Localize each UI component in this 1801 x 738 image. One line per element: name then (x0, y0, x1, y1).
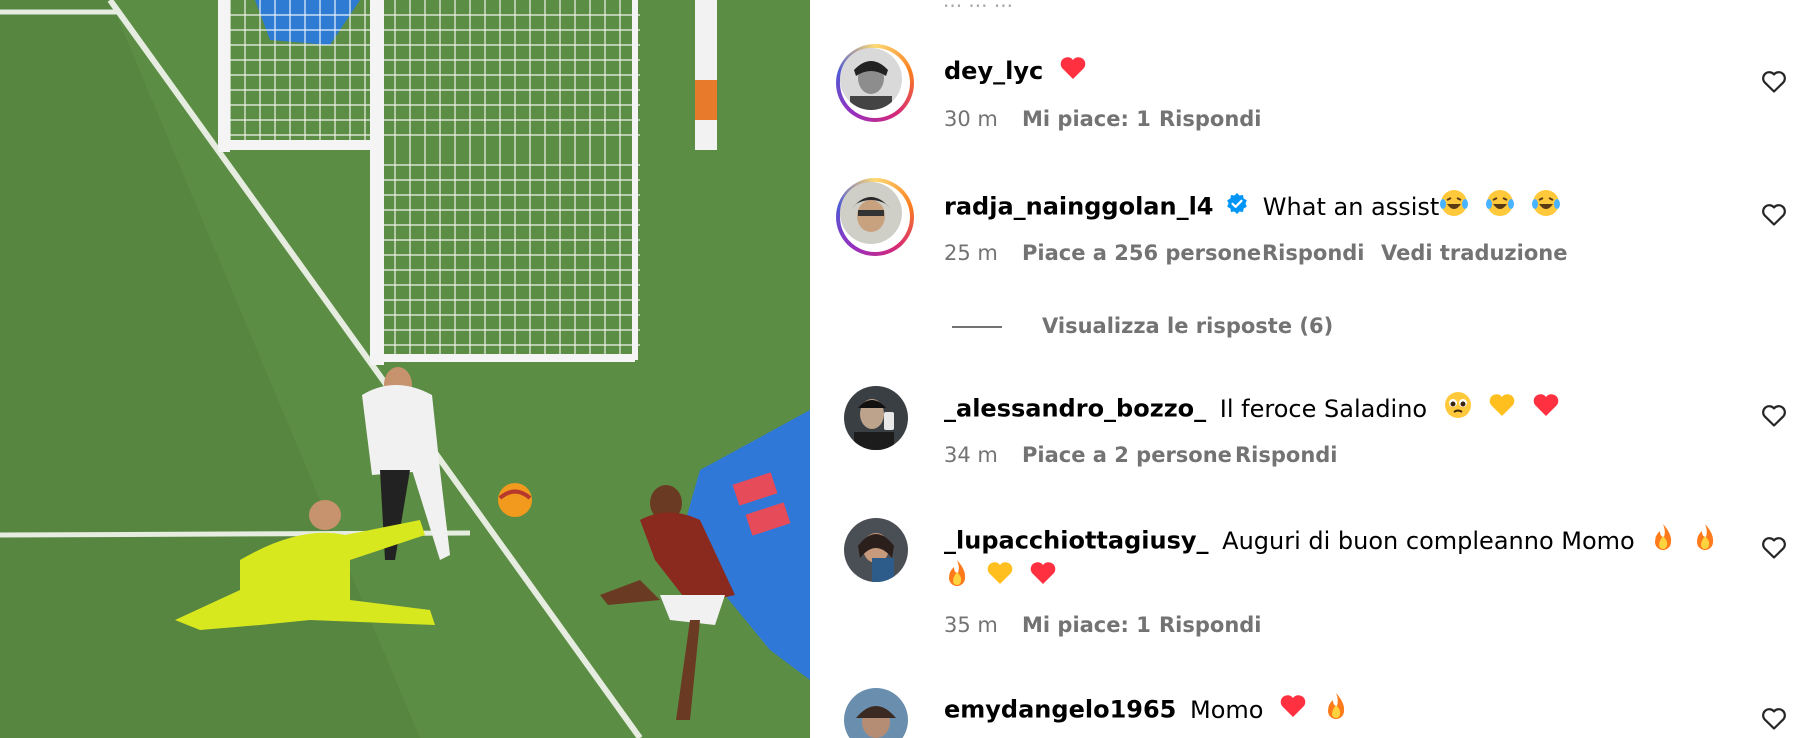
comment-text: Il feroce Saladino (1219, 394, 1428, 423)
comment-text: Momo (1190, 695, 1264, 724)
comment-likes[interactable]: Piace a 256 persone (1022, 241, 1261, 265)
comment-likes[interactable]: Mi piace: 1 (1022, 613, 1151, 637)
comment-time[interactable]: 30 m (944, 107, 998, 131)
pleading-face-emoji-icon (1443, 390, 1473, 429)
yellow-heart-emoji-icon (986, 560, 1014, 595)
fire-emoji-icon (1323, 691, 1349, 730)
heart-emoji-icon (1059, 55, 1087, 90)
comment-time[interactable]: 25 m (944, 241, 998, 265)
comment-time[interactable]: 34 m (944, 443, 998, 467)
comment-text: What an assist (1262, 192, 1440, 221)
comment-username[interactable]: dey_lyc (944, 57, 1043, 85)
reply-button[interactable]: Rispondi (1159, 107, 1262, 131)
avatar[interactable] (844, 688, 908, 738)
avatar (840, 48, 902, 110)
comment-likes[interactable]: Mi piace: 1 (1022, 107, 1151, 131)
fire-emoji-icon (944, 558, 970, 597)
comment-likes[interactable]: Piace a 2 persone (1022, 443, 1232, 467)
like-heart-outline-icon[interactable] (1761, 403, 1787, 429)
comment-username[interactable]: _lupacchiottagiusy_ (944, 527, 1209, 555)
instagram-post-view: ... ... ... dey_lyc 30 m Mi piace: 1 Ris… (0, 0, 1801, 738)
avatar[interactable] (844, 518, 908, 582)
laughing-tears-emoji-icon (1531, 188, 1561, 227)
post-media[interactable] (0, 0, 810, 738)
fire-emoji-icon (1650, 522, 1676, 561)
like-heart-outline-icon[interactable] (1761, 69, 1787, 95)
see-translation-button[interactable]: Vedi traduzione (1381, 241, 1567, 265)
like-heart-outline-icon[interactable] (1761, 202, 1787, 228)
laughing-tears-emoji-icon (1485, 188, 1515, 227)
comment-time[interactable]: 35 m (944, 613, 998, 637)
heart-emoji-icon (1532, 392, 1560, 427)
reply-button[interactable]: Rispondi (1159, 613, 1262, 637)
reply-button[interactable]: Rispondi (1262, 241, 1365, 265)
laughing-tears-emoji-icon (1439, 188, 1469, 227)
avatar[interactable] (844, 386, 908, 450)
comments-panel[interactable]: ... ... ... dey_lyc 30 m Mi piace: 1 Ris… (810, 0, 1801, 738)
like-heart-outline-icon[interactable] (1761, 706, 1787, 732)
football-scene-image (0, 0, 810, 738)
comment-text: Auguri di buon compleanno Momo (1222, 526, 1635, 555)
comment-username[interactable]: emydangelo1965 (944, 696, 1176, 724)
comment-username[interactable]: radja_nainggolan_l4 (944, 193, 1214, 221)
view-replies-label: Visualizza le risposte (6) (1042, 314, 1334, 338)
fire-emoji-icon (1692, 522, 1718, 561)
avatar-story-ring[interactable] (836, 178, 914, 256)
avatar-story-ring[interactable] (836, 44, 914, 122)
reply-button[interactable]: Rispondi (1235, 443, 1338, 467)
clipped-previous-comment-meta: ... ... ... (943, 0, 1013, 12)
heart-emoji-icon (1029, 560, 1057, 595)
like-heart-outline-icon[interactable] (1761, 535, 1787, 561)
avatar (840, 182, 902, 244)
yellow-heart-emoji-icon (1488, 392, 1516, 427)
replies-dash-line (952, 326, 1002, 328)
comment-username[interactable]: _alessandro_bozzo_ (944, 395, 1206, 423)
verified-badge-icon (1225, 191, 1249, 225)
heart-emoji-icon (1279, 693, 1307, 728)
